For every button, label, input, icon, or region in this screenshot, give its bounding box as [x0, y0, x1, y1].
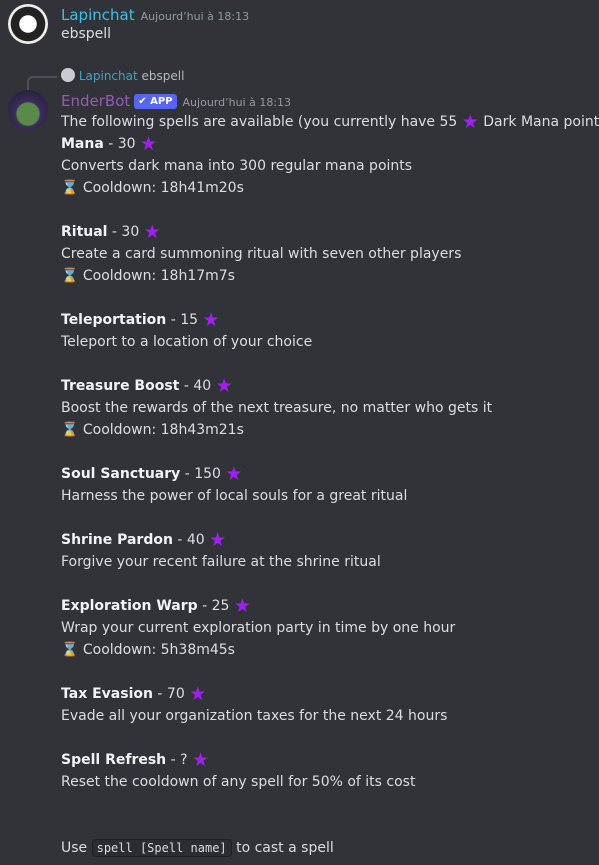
- spell-name: Ritual: [61, 224, 108, 240]
- spell-description: Reset the cooldown of any spell for 50% …: [61, 774, 416, 790]
- author-name[interactable]: EnderBot: [61, 92, 130, 110]
- footer-text-end: to cast a spell: [236, 840, 334, 856]
- spell-description: Converts dark mana into 300 regular mana…: [61, 158, 413, 174]
- purple-star-icon: ★: [215, 375, 233, 397]
- spell-cooldown: Cooldown: 18h17m7s: [82, 268, 235, 284]
- spell-description: Evade all your organization taxes for th…: [61, 708, 448, 724]
- spell-cost: - 30: [107, 224, 140, 240]
- spell-name: Spell Refresh: [61, 752, 167, 768]
- spell-name: Mana: [61, 136, 104, 152]
- message-content: The following spells are available (you …: [61, 111, 599, 859]
- reply-preview[interactable]: Lapinchat ebspell: [61, 68, 184, 83]
- spell-name: Exploration Warp: [61, 598, 198, 614]
- hourglass-icon: ⌛: [61, 268, 79, 284]
- hourglass-icon: ⌛: [61, 422, 79, 438]
- spell-entry: Teleportation - 15 ★ Teleport to a locat…: [61, 309, 599, 375]
- spell-cost: - 70: [152, 686, 185, 702]
- spell-description: Boost the rewards of the next treasure, …: [61, 400, 493, 416]
- purple-star-icon: ★: [202, 309, 220, 331]
- spell-entry: Exploration Warp - 25 ★ Wrap your curren…: [61, 595, 599, 683]
- spell-cost: - 30: [103, 136, 136, 152]
- purple-star-icon: ★: [189, 683, 207, 705]
- spell-cost: - ?: [166, 752, 188, 768]
- timestamp: Aujourd’hui à 18:13: [182, 96, 292, 109]
- spell-cost: - 25: [197, 598, 230, 614]
- spell-description: Create a card summoning ritual with seve…: [61, 246, 462, 262]
- spell-entry: Ritual - 30 ★ Create a card summoning ri…: [61, 221, 599, 309]
- spell-description: Wrap your current exploration party in t…: [61, 620, 456, 636]
- intro-text-end: Dark Mana points):: [483, 114, 599, 130]
- spell-cooldown: Cooldown: 5h38m45s: [82, 642, 235, 658]
- author-name[interactable]: Lapinchat: [61, 6, 135, 24]
- spell-name: Teleportation: [61, 312, 167, 328]
- spell-name: Shrine Pardon: [61, 532, 173, 548]
- intro-line: The following spells are available (you …: [61, 111, 599, 133]
- spell-name: Soul Sanctuary: [61, 466, 181, 482]
- timestamp: Aujourd’hui à 18:13: [140, 10, 250, 23]
- spell-entry: Mana - 30 ★ Converts dark mana into 300 …: [61, 133, 599, 221]
- command-code: spell [Spell name]: [91, 839, 232, 857]
- spell-entry: Shrine Pardon - 40 ★ Forgive your recent…: [61, 529, 599, 595]
- purple-star-icon: ★: [225, 463, 243, 485]
- spell-name: Treasure Boost: [61, 378, 180, 394]
- spell-description: Teleport to a location of your choice: [61, 334, 313, 350]
- hourglass-icon: ⌛: [61, 180, 79, 196]
- purple-star-icon: ★: [140, 133, 158, 155]
- reply-text: ebspell: [141, 69, 185, 83]
- spell-list: Mana - 30 ★ Converts dark mana into 300 …: [61, 133, 599, 815]
- app-badge: ✔ APP: [134, 94, 177, 109]
- spell-entry: Soul Sanctuary - 150 ★ Harness the power…: [61, 463, 599, 529]
- spell-description: Forgive your recent failure at the shrin…: [61, 554, 381, 570]
- spell-entry: Treasure Boost - 40 ★ Boost the rewards …: [61, 375, 599, 463]
- purple-star-icon: ★: [143, 221, 161, 243]
- avatar-lapinchat[interactable]: [8, 4, 48, 44]
- spell-entry: Spell Refresh - ? ★ Reset the cooldown o…: [61, 749, 599, 815]
- spell-cost: - 150: [180, 466, 221, 482]
- spell-cooldown: Cooldown: 18h41m20s: [82, 180, 244, 196]
- spell-description: Harness the power of local souls for a g…: [61, 488, 408, 504]
- spell-cooldown: Cooldown: 18h43m21s: [82, 422, 244, 438]
- message-text: ebspell: [61, 26, 112, 42]
- purple-star-icon: ★: [461, 111, 479, 133]
- purple-star-icon: ★: [191, 749, 210, 771]
- reply-connector: [27, 76, 57, 90]
- reply-author: Lapinchat: [78, 69, 138, 83]
- purple-star-icon: ★: [233, 595, 251, 617]
- hourglass-icon: ⌛: [61, 642, 79, 658]
- footer-text: Use: [61, 840, 88, 856]
- footer-line: Use spell [Spell name] to cast a spell: [61, 837, 599, 859]
- purple-star-icon: ★: [209, 529, 227, 551]
- spell-cost: - 40: [179, 378, 212, 394]
- spell-cost: - 40: [172, 532, 205, 548]
- spell-name: Tax Evasion: [61, 686, 153, 702]
- spell-cost: - 15: [166, 312, 199, 328]
- intro-text: The following spells are available (you …: [61, 114, 458, 130]
- avatar-enderbot[interactable]: [8, 90, 48, 130]
- reply-avatar: [61, 68, 75, 82]
- spell-entry: Tax Evasion - 70 ★ Evade all your organi…: [61, 683, 599, 749]
